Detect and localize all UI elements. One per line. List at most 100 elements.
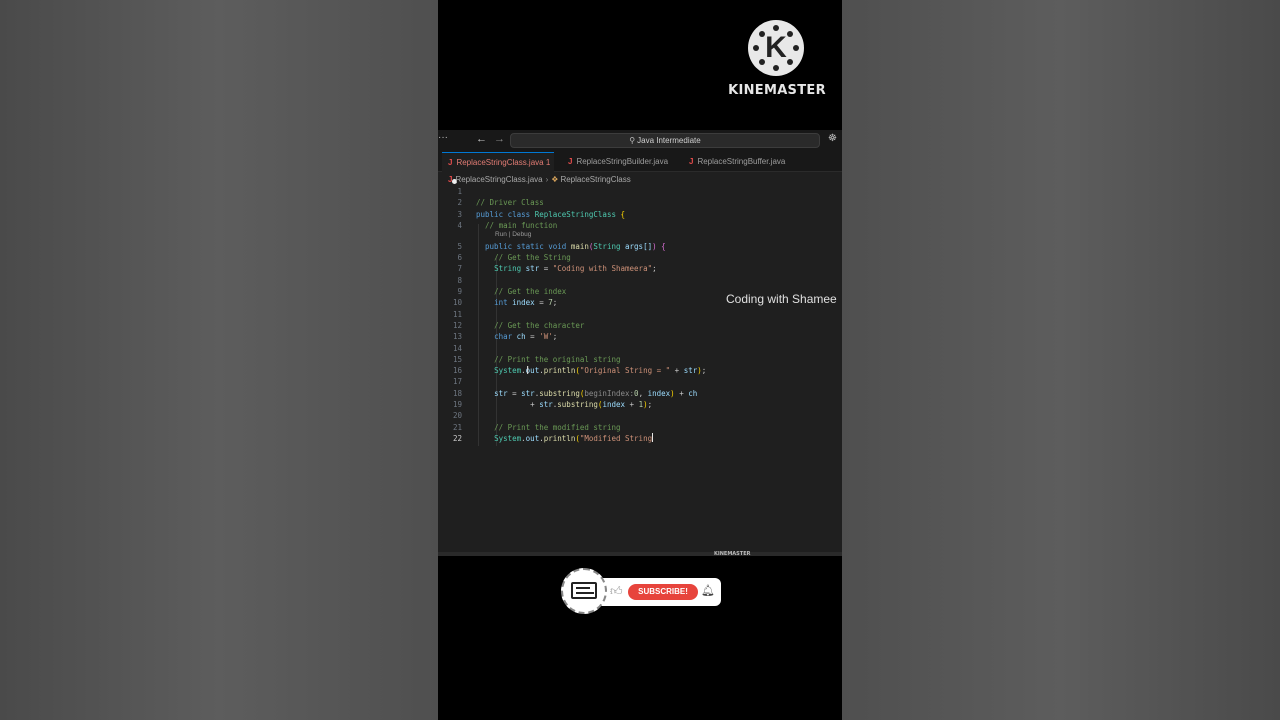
subscribe-button[interactable]: SUBSCRIBE! — [628, 584, 698, 600]
chevron-right-icon: › — [545, 175, 549, 184]
code-line: 2 // Driver Class — [438, 197, 842, 208]
thumbs-up-icon[interactable]: 👍︎ — [610, 584, 623, 599]
code-line: 7 String str = "Coding with Shameera"; — [438, 263, 842, 274]
function-name: main — [570, 241, 589, 251]
code-line: 13 char ch = 'W'; — [438, 331, 842, 342]
copilot-icon[interactable]: ☸ — [828, 133, 837, 144]
command-center-search[interactable]: ⚲ Java Intermediate — [510, 133, 820, 148]
tab-replace-string-class[interactable]: J ReplaceStringClass.java 1 — [442, 152, 554, 184]
variable: args[] — [625, 241, 653, 251]
more-icon[interactable]: ··· — [438, 132, 448, 143]
line-number: 19 — [452, 400, 462, 409]
comment: // Get the index — [494, 287, 567, 296]
breadcrumb-file[interactable]: ReplaceStringClass.java — [455, 175, 542, 184]
line-number: 20 — [452, 411, 462, 421]
line-number: 8 — [457, 275, 462, 285]
code-line: 18 str = str.substring(beginIndex:0, ind… — [438, 388, 842, 399]
parameter-hint: beginIndex: — [584, 388, 635, 398]
code-line: 14 — [438, 343, 842, 354]
line-number: 2 — [457, 198, 462, 208]
line-number: 13 — [452, 332, 462, 342]
variable: str — [494, 388, 508, 398]
codelens-run-debug[interactable]: Run | Debug — [495, 231, 531, 238]
code-line: 1 — [438, 186, 842, 197]
code-line: 12 // Get the character — [438, 320, 842, 331]
code-line: 21 // Print the modified string — [438, 422, 842, 433]
class-name: ReplaceStringClass — [534, 209, 616, 219]
variable: ch — [516, 332, 526, 342]
line-number: 14 — [452, 343, 462, 353]
tab-replace-string-buffer[interactable]: J ReplaceStringBuffer.java — [683, 152, 795, 172]
variable: str — [521, 388, 535, 398]
logo-letter: K — [765, 31, 787, 64]
search-icon: ⚲ — [629, 136, 636, 145]
line-number: 6 — [457, 253, 462, 263]
number-literal: 7 — [548, 298, 553, 308]
tab-label: ReplaceStringBuffer.java — [697, 157, 786, 166]
line-number: 4 — [457, 220, 462, 230]
variable: str — [683, 366, 698, 376]
line-number: 3 — [457, 209, 462, 219]
video-frame: K KINEMASTER ··· ← → ⚲ Java Intermediate … — [438, 0, 842, 720]
kinemaster-logo-icon: K — [748, 20, 804, 76]
code-line: 6 // Get the String — [438, 252, 842, 263]
java-file-icon: J — [568, 157, 573, 166]
type: String — [494, 264, 522, 274]
java-file-icon: J — [448, 158, 453, 167]
code-editor-window: ··· ← → ⚲ Java Intermediate ☸ J ReplaceStr… — [438, 130, 842, 552]
code-line: 19 + str.substring(index + 1); — [438, 399, 842, 410]
method-call: println — [543, 433, 576, 443]
editor-tabs: J ReplaceStringClass.java 1 J ReplaceStrin… — [438, 152, 842, 184]
code-line: 4 // main function — [438, 220, 842, 231]
keyword: int — [494, 298, 508, 308]
line-number: 1 — [457, 187, 462, 196]
forward-arrow-icon[interactable]: → — [494, 133, 505, 145]
line-number: 21 — [452, 422, 462, 432]
number-literal: 0 — [634, 388, 639, 398]
tab-label: ReplaceStringBuilder.java — [576, 157, 669, 166]
method-call: substring — [557, 400, 598, 409]
variable: ch — [688, 388, 698, 398]
keyword: char — [494, 332, 513, 342]
line-number: 12 — [452, 320, 462, 330]
tab-replace-string-builder[interactable]: J ReplaceStringBuilder.java — [562, 152, 674, 172]
comment: // Get the character — [494, 320, 585, 330]
keyword: public static void — [485, 241, 567, 251]
line-number: 10 — [452, 298, 462, 308]
line-number: 17 — [452, 377, 462, 387]
code-line: 17 — [438, 376, 842, 387]
channel-avatar-icon[interactable] — [561, 568, 607, 614]
class-ref: System — [494, 366, 522, 376]
variable: str — [539, 400, 553, 409]
line-number: 5 — [457, 241, 462, 251]
method-call: substring — [539, 388, 580, 398]
class-icon: ❖ — [551, 175, 559, 184]
code-line: 16 System.out.println("Original String =… — [438, 365, 842, 376]
ibeam-cursor-icon: I — [526, 364, 530, 377]
java-file-icon: J — [448, 175, 453, 184]
code-line: 8 — [438, 275, 842, 286]
java-file-icon: J — [689, 157, 694, 166]
tab-label: ReplaceStringClass.java 1 — [456, 158, 551, 167]
text-cursor — [652, 432, 654, 442]
breadcrumb-symbol[interactable]: ReplaceStringClass — [560, 175, 630, 184]
title-bar: ··· ← → ⚲ Java Intermediate ☸ — [438, 130, 842, 152]
code-area[interactable]: 1 2 // Driver Class 3 public class Replace… — [438, 186, 842, 546]
code-line-current: 22 System.out.println("Modified String — [438, 432, 842, 444]
comment: // Get the String — [494, 253, 571, 263]
comment: // main function — [485, 220, 558, 230]
channel-overlay-text: Coding with Shamee — [726, 292, 837, 306]
search-text: Java Intermediate — [637, 136, 701, 145]
bottom-strip — [438, 552, 842, 556]
line-number: 22 — [452, 433, 462, 443]
string-literal: "Coding with Shameera" — [552, 264, 653, 274]
code-line: 3 public class ReplaceStringClass { — [438, 209, 842, 220]
kinemaster-small-brand: KINEMASTER — [714, 551, 751, 557]
line-number: 9 — [457, 287, 462, 296]
back-arrow-icon[interactable]: ← — [476, 133, 487, 145]
line-number: 15 — [452, 354, 462, 364]
bell-icon[interactable]: 🔔︎ — [701, 584, 715, 597]
comment: // Print the modified string — [494, 422, 621, 432]
code-line: 11 — [438, 309, 842, 320]
string-literal: "Modified String — [579, 433, 653, 443]
